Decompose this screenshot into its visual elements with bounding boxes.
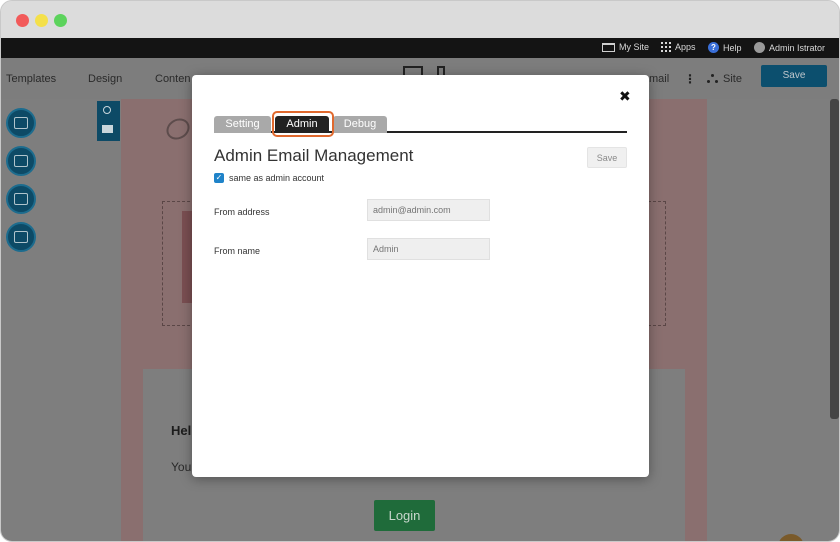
browser-window: My Site Apps ? Help Admin Istrator Templ…	[0, 0, 840, 542]
help-icon: ?	[708, 42, 719, 53]
site-icon	[707, 74, 719, 84]
header-tool-button[interactable]	[6, 184, 36, 214]
same-as-admin-checkbox[interactable]: ✓	[214, 173, 224, 183]
maximize-window-button[interactable]	[54, 14, 67, 27]
monitor-icon	[602, 42, 615, 52]
content-menu[interactable]: Conten	[155, 73, 190, 85]
from-name-label: From name	[214, 246, 261, 256]
dialog-save-button[interactable]: Save	[587, 147, 627, 168]
same-as-admin-row[interactable]: ✓ same as admin account	[214, 173, 324, 183]
same-as-admin-label: same as admin account	[229, 173, 325, 183]
banner-image	[182, 211, 192, 303]
from-name-input[interactable]	[367, 238, 490, 260]
footer-icon	[14, 231, 28, 243]
canvas-right-margin	[707, 99, 839, 541]
footer-tool-button[interactable]	[6, 222, 36, 252]
templates-menu[interactable]: Templates	[6, 73, 56, 85]
title-bar	[1, 1, 839, 38]
help-link[interactable]: ? Help	[708, 42, 742, 53]
card-heading: Hel	[171, 423, 192, 438]
image-icon	[14, 155, 28, 167]
login-button[interactable]: Login	[374, 500, 435, 531]
image-tool-button[interactable]	[6, 146, 36, 176]
more-options-icon[interactable]: ⋮	[684, 72, 696, 86]
user-avatar-icon	[754, 42, 765, 53]
card-text: You	[171, 460, 192, 474]
tab-setting[interactable]: Setting	[214, 116, 271, 133]
side-tools-panel	[97, 101, 120, 141]
mail-icon[interactable]	[102, 125, 113, 133]
tab-debug[interactable]: Debug	[333, 116, 387, 133]
grid-icon	[661, 42, 671, 52]
from-address-input[interactable]	[367, 199, 490, 221]
email-menu[interactable]: mail	[649, 73, 669, 85]
close-window-button[interactable]	[16, 14, 29, 27]
layout-tool-button[interactable]	[6, 108, 36, 138]
apps-link[interactable]: Apps	[661, 42, 696, 52]
admin-email-dialog: ✖ Setting Admin Debug Admin Email Manage…	[192, 75, 649, 477]
dialog-title: Admin Email Management	[214, 146, 414, 165]
page-scrollbar[interactable]	[830, 99, 839, 419]
tab-admin-highlight	[272, 111, 334, 137]
close-icon[interactable]: ✖	[619, 88, 631, 105]
site-menu[interactable]: Site	[707, 73, 742, 85]
layout-icon	[14, 117, 28, 129]
admin-top-bar: My Site Apps ? Help Admin Istrator	[1, 38, 839, 58]
from-address-label: From address	[214, 207, 270, 217]
user-menu[interactable]: Admin Istrator	[754, 42, 825, 53]
toolbar-save-button[interactable]: Save	[761, 65, 827, 87]
search-icon[interactable]	[103, 106, 111, 114]
design-menu[interactable]: Design	[88, 73, 122, 85]
my-site-link[interactable]: My Site	[602, 42, 649, 52]
header-icon	[14, 193, 28, 205]
minimize-window-button[interactable]	[35, 14, 48, 27]
